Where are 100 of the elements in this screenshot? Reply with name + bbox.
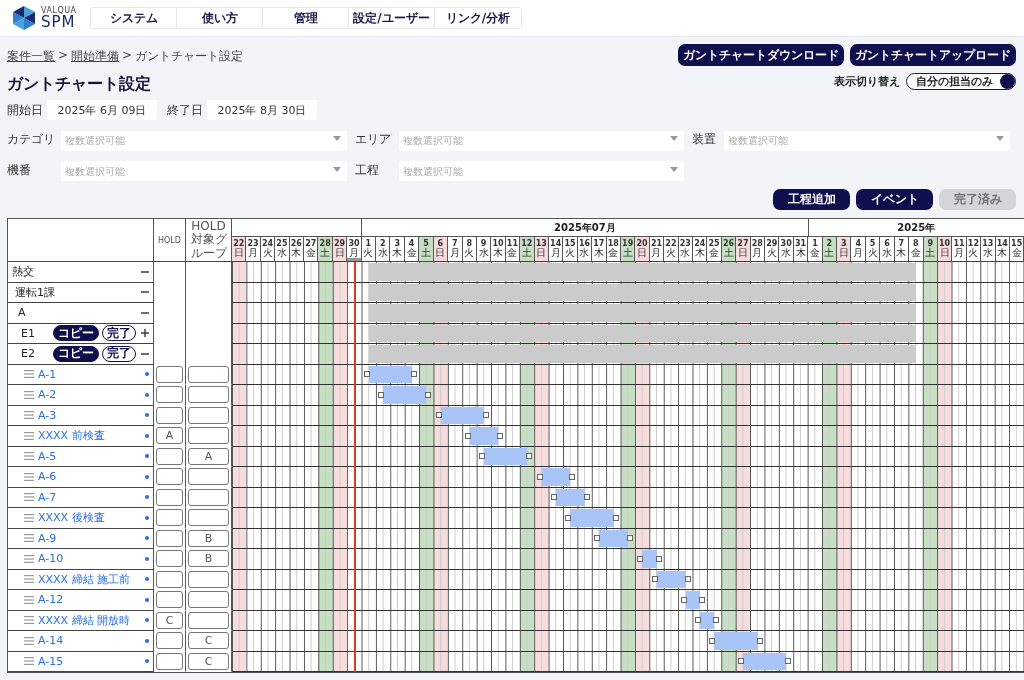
resize-handle[interactable] — [713, 617, 720, 624]
resize-handle[interactable] — [363, 371, 370, 378]
task-bar[interactable] — [695, 611, 720, 629]
resize-handle[interactable] — [684, 576, 691, 583]
drag-handle-icon[interactable] — [24, 390, 34, 399]
resize-handle[interactable] — [435, 412, 442, 419]
resize-handle[interactable] — [709, 637, 716, 644]
resize-handle[interactable] — [569, 473, 576, 480]
action-button[interactable]: イベント — [856, 189, 933, 210]
resize-handle[interactable] — [680, 596, 687, 603]
task-bar[interactable] — [738, 652, 792, 670]
drag-handle-icon[interactable] — [24, 554, 34, 563]
resize-handle[interactable] — [565, 514, 572, 521]
task-bar[interactable] — [651, 570, 691, 588]
resize-handle[interactable] — [695, 617, 701, 624]
drag-handle-icon[interactable] — [24, 431, 34, 440]
select-field[interactable]: 複数選択可能 — [398, 161, 685, 181]
pill-button[interactable]: 完了 — [102, 325, 136, 342]
hold-group-field[interactable]: B — [188, 529, 229, 547]
drag-handle-icon[interactable] — [24, 411, 34, 420]
select-field[interactable]: 複数選択可能 — [61, 161, 347, 181]
date-field[interactable]: 2025年 8月 30日 — [207, 100, 317, 120]
hold-group-field[interactable]: C — [188, 652, 229, 670]
pill-button[interactable]: 完了 — [102, 345, 136, 362]
task-bar[interactable] — [479, 447, 533, 465]
task-bar[interactable] — [709, 632, 763, 650]
primary-button[interactable]: ガントチャートアップロード — [850, 44, 1016, 66]
task-name[interactable]: A-6 — [38, 470, 141, 484]
task-name[interactable]: A-7 — [38, 490, 141, 504]
resize-handle[interactable] — [699, 596, 705, 603]
resize-handle[interactable] — [411, 371, 417, 378]
drag-handle-icon[interactable] — [24, 616, 34, 625]
task-bar[interactable] — [464, 427, 504, 445]
resize-handle[interactable] — [594, 535, 601, 542]
drag-handle-icon[interactable] — [24, 657, 34, 666]
task-name[interactable]: XXXX 後検査 — [38, 510, 141, 526]
breadcrumb-link[interactable]: 案件一覧 — [7, 48, 55, 65]
task-name[interactable]: A-5 — [38, 449, 141, 463]
action-button[interactable]: 工程追加 — [773, 189, 850, 210]
resize-handle[interactable] — [738, 658, 745, 665]
task-bar[interactable] — [378, 386, 432, 404]
drag-handle-icon[interactable] — [24, 595, 34, 604]
resize-handle[interactable] — [497, 432, 504, 439]
resize-handle[interactable] — [378, 391, 385, 398]
resize-handle[interactable] — [756, 637, 763, 644]
date-field[interactable]: 2025年 6月 09日 — [47, 100, 157, 120]
task-bar[interactable] — [551, 488, 590, 506]
task-name[interactable]: A-1 — [38, 367, 141, 381]
primary-button[interactable]: ガントチャートダウンロード — [678, 44, 844, 66]
task-bar[interactable] — [565, 509, 619, 527]
hold-group-field[interactable]: C — [188, 632, 229, 650]
drag-handle-icon[interactable] — [24, 472, 34, 481]
drag-handle-icon[interactable] — [24, 575, 34, 584]
resize-handle[interactable] — [536, 473, 543, 480]
task-name[interactable]: A-14 — [38, 634, 141, 648]
nav-item[interactable]: 設定/ユーザー — [349, 8, 435, 28]
drag-handle-icon[interactable] — [24, 513, 34, 522]
hold-group-field[interactable]: A — [188, 447, 229, 465]
task-bar[interactable] — [363, 365, 417, 383]
drag-handle-icon[interactable] — [24, 636, 34, 645]
task-bar[interactable] — [680, 591, 705, 609]
view-toggle[interactable]: 自分の担当のみ — [906, 73, 1016, 90]
task-name[interactable]: A-3 — [38, 408, 141, 422]
task-name[interactable]: A-2 — [38, 388, 141, 402]
resize-handle[interactable] — [785, 658, 792, 665]
resize-handle[interactable] — [479, 453, 485, 460]
drag-handle-icon[interactable] — [24, 493, 34, 502]
pill-button[interactable]: コピー — [53, 345, 99, 362]
resize-handle[interactable] — [583, 494, 590, 501]
resize-handle[interactable] — [551, 494, 557, 501]
drag-handle-icon[interactable] — [24, 370, 34, 379]
task-name[interactable]: XXXX 締結 施工前 — [38, 571, 141, 587]
task-name[interactable]: XXXX 前検査 — [38, 428, 141, 444]
task-name[interactable]: XXXX 締結 開放時 — [38, 612, 141, 628]
select-field[interactable]: 複数選択可能 — [724, 130, 1010, 151]
drag-handle-icon[interactable] — [24, 452, 34, 461]
hold-field[interactable]: C — [156, 611, 183, 629]
drag-handle-icon[interactable] — [24, 534, 34, 543]
hold-group-field[interactable]: B — [188, 550, 229, 568]
task-name[interactable]: A-9 — [38, 531, 141, 545]
hold-field[interactable]: A — [156, 427, 183, 445]
resize-handle[interactable] — [637, 555, 644, 562]
select-field[interactable]: 複数選択可能 — [61, 130, 347, 151]
task-name[interactable]: A-12 — [38, 593, 141, 607]
task-name[interactable]: A-15 — [38, 654, 141, 668]
pill-button[interactable]: コピー — [53, 325, 99, 342]
expand-icon[interactable] — [141, 329, 149, 338]
task-name[interactable]: A-10 — [38, 552, 141, 566]
nav-item[interactable]: システム — [91, 8, 177, 28]
task-bar[interactable] — [594, 529, 633, 547]
resize-handle[interactable] — [655, 555, 662, 562]
resize-handle[interactable] — [464, 432, 471, 439]
resize-handle[interactable] — [651, 576, 658, 583]
resize-handle[interactable] — [627, 535, 633, 542]
resize-handle[interactable] — [612, 514, 619, 521]
breadcrumb-link[interactable]: 開始準備 — [71, 48, 120, 65]
select-field[interactable]: 複数選択可能 — [398, 130, 685, 151]
resize-handle[interactable] — [483, 412, 489, 419]
resize-handle[interactable] — [526, 453, 533, 460]
resize-handle[interactable] — [425, 391, 432, 398]
